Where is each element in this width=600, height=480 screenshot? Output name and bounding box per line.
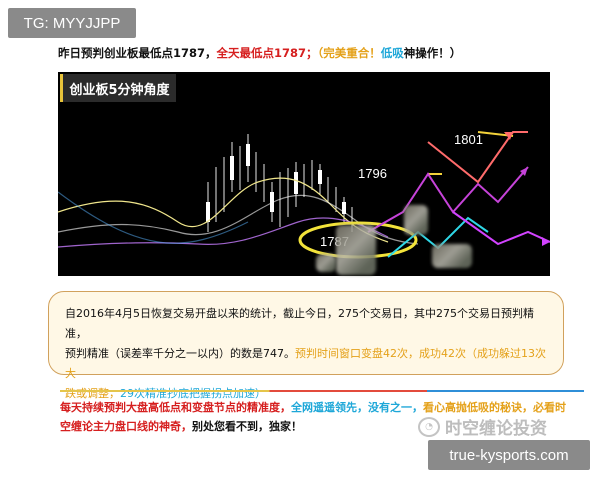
footer-line-2b: 别处您看不到，独家！ — [192, 420, 302, 433]
price-label-1801: 1801 — [454, 132, 483, 147]
blurred-area-4 — [432, 244, 472, 268]
footer-line-1a: 每天持续预判大盘高低点和变盘节点的精准度， — [60, 401, 291, 414]
headline-part-1: 昨日预判创业板最低点1787， — [58, 46, 217, 60]
candlestick-chart — [58, 72, 550, 276]
statistics-note-box: 自2016年4月5日恢复交易开盘以来的统计，截止今日，275个交易日，其中275… — [48, 291, 564, 400]
note-line-2a: 预判精准（误差率千分之一以内）的数是747。 — [65, 347, 295, 360]
footer-line-1c: 看心高抛低吸的秘诀，必看时 — [423, 401, 566, 414]
blurred-area-1 — [336, 225, 376, 275]
tg-badge: TG: MYYJJPP — [8, 8, 136, 38]
blurred-area-3 — [404, 205, 428, 235]
color-divider — [60, 390, 584, 392]
note-line-1: 自2016年4月5日恢复交易开盘以来的统计，截止今日，275个交易日，其中275… — [65, 307, 534, 340]
blurred-area-2 — [316, 254, 336, 272]
site-badge-text: true-kysports.com — [449, 446, 569, 464]
headline-part-4: 低吸 — [380, 46, 404, 60]
chart-title: 创业板5分钟角度 — [60, 74, 176, 102]
footer-line-2a: 空缠论主力盘口线的神奇， — [60, 420, 192, 433]
price-label-1796: 1796 — [358, 166, 387, 181]
site-badge: true-kysports.com — [428, 440, 590, 470]
note-line-2b: 预判时间窗口变盘42次， — [295, 347, 419, 360]
headline-part-3: （完美重合！ — [317, 46, 381, 60]
chart-graphic — [58, 131, 550, 259]
watermark-logo-icon: ◔ — [418, 416, 440, 437]
watermark-text: 时空缠论投资 — [445, 419, 547, 439]
tg-badge-text: TG: MYYJJPP — [23, 14, 121, 32]
headline-part-5: 神操作！） — [403, 46, 462, 60]
footer-line-1b: 全网遥遥领先，没有之一， — [291, 401, 423, 414]
statistics-note-text: 自2016年4月5日恢复交易开盘以来的统计，截止今日，275个交易日，其中275… — [65, 304, 547, 404]
watermark: ◔ 时空缠论投资 — [418, 414, 547, 439]
chart-title-text: 创业板5分钟角度 — [69, 82, 170, 98]
headline: 昨日预判创业板最低点1787，全天最低点1787；（完美重合！低吸神操作！） — [58, 44, 578, 62]
headline-part-2: 全天最低点1787； — [216, 46, 318, 60]
